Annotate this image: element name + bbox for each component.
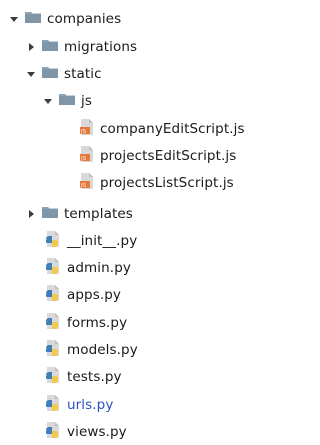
python-file-icon xyxy=(45,422,61,442)
tree-node-label: static xyxy=(64,66,102,82)
python-file-icon xyxy=(45,258,61,278)
tree-node-label: projectsListScript.js xyxy=(100,175,234,191)
tree-node-migrations[interactable]: migrations xyxy=(0,34,276,60)
tree-file-projectsListScript[interactable]: JS projectsListScript.js xyxy=(0,170,320,196)
tree-file-init[interactable]: __init__.py xyxy=(0,228,295,254)
svg-text:JS: JS xyxy=(80,129,87,135)
svg-text:JS: JS xyxy=(80,183,87,189)
tree-node-label: models.py xyxy=(67,342,138,358)
expand-arrow-icon[interactable] xyxy=(26,69,36,79)
python-file-icon xyxy=(45,395,61,415)
project-tree: companies migrations static js JS compan… xyxy=(0,0,250,443)
tree-file-urls[interactable]: urls.py xyxy=(0,392,295,418)
tree-node-static[interactable]: static xyxy=(0,61,276,87)
folder-icon xyxy=(42,66,58,82)
tree-node-label: forms.py xyxy=(67,315,128,331)
tree-node-label: apps.py xyxy=(67,287,121,303)
tree-node-label: companyEditScript.js xyxy=(100,121,245,137)
tree-node-label: admin.py xyxy=(67,260,131,276)
tree-node-label: projectsEditScript.js xyxy=(100,148,237,164)
js-file-icon: JS xyxy=(80,173,94,193)
tree-file-projectsEditScript[interactable]: JS projectsEditScript.js xyxy=(0,143,320,169)
tree-file-tests[interactable]: tests.py xyxy=(0,364,295,390)
folder-icon xyxy=(42,206,58,222)
python-file-icon xyxy=(45,367,61,387)
tree-node-companies[interactable]: companies xyxy=(0,6,259,32)
tree-node-label: js xyxy=(81,93,92,109)
tree-node-label: templates xyxy=(64,206,133,222)
tree-node-label: views.py xyxy=(67,424,127,440)
tree-node-label: companies xyxy=(47,11,122,27)
folder-icon xyxy=(25,11,41,27)
folder-icon xyxy=(59,93,75,109)
tree-node-label: migrations xyxy=(64,39,138,55)
tree-file-views[interactable]: views.py xyxy=(0,419,295,445)
python-file-icon xyxy=(45,285,61,305)
svg-text:JS: JS xyxy=(80,156,87,162)
expand-arrow-icon[interactable] xyxy=(43,96,53,106)
expand-arrow-icon[interactable] xyxy=(9,14,19,24)
folder-icon xyxy=(42,39,58,55)
tree-file-admin[interactable]: admin.py xyxy=(0,255,295,281)
tree-file-models[interactable]: models.py xyxy=(0,337,295,363)
tree-node-label: tests.py xyxy=(67,369,122,385)
tree-node-label: urls.py xyxy=(67,397,114,413)
js-file-icon: JS xyxy=(80,119,94,139)
js-file-icon: JS xyxy=(80,146,94,166)
collapse-arrow-icon[interactable] xyxy=(26,209,36,219)
python-file-icon xyxy=(45,340,61,360)
tree-node-label: __init__.py xyxy=(67,233,138,249)
tree-node-js[interactable]: js xyxy=(0,88,293,114)
python-file-icon xyxy=(45,231,61,251)
tree-file-companyEditScript[interactable]: JS companyEditScript.js xyxy=(0,116,320,142)
tree-node-templates[interactable]: templates xyxy=(0,201,276,227)
tree-file-forms[interactable]: forms.py xyxy=(0,310,295,336)
tree-file-apps[interactable]: apps.py xyxy=(0,282,295,308)
python-file-icon xyxy=(45,313,61,333)
collapse-arrow-icon[interactable] xyxy=(26,42,36,52)
